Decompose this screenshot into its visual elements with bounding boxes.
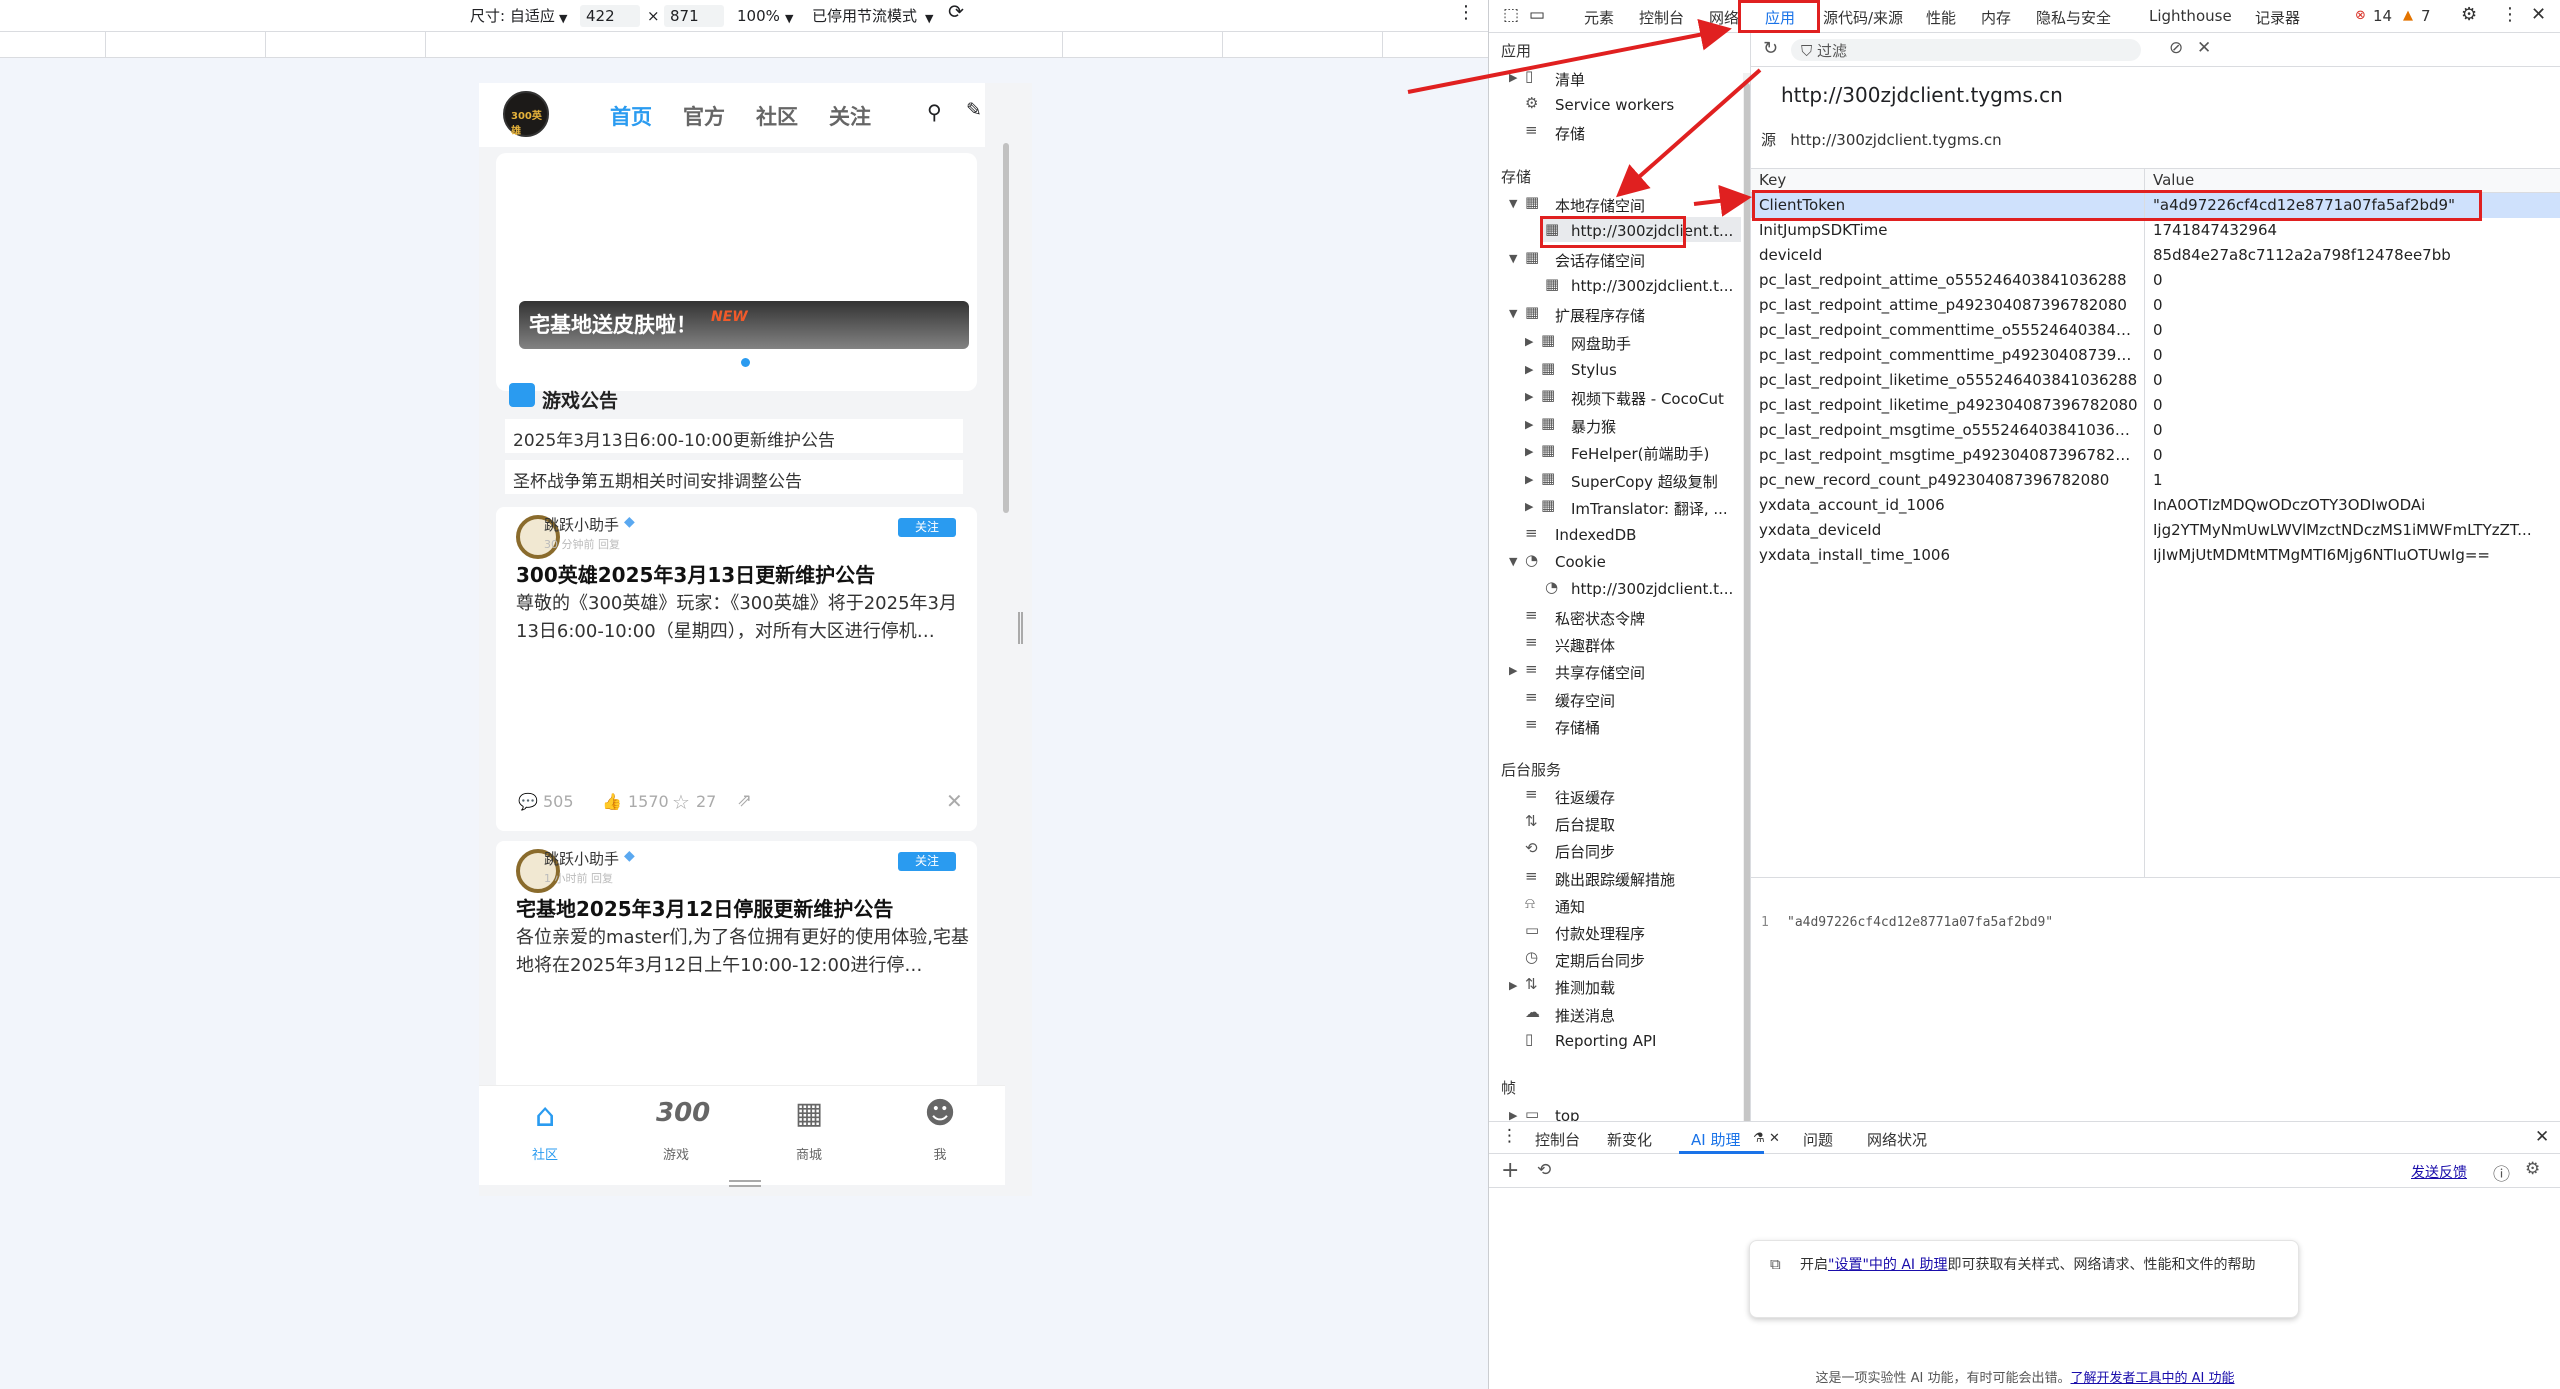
annotation-arrow xyxy=(1407,18,1732,94)
annotation-arrow xyxy=(1616,68,1762,198)
annotation-arrow xyxy=(1693,184,1752,217)
annotation-arrows xyxy=(1407,18,1762,217)
